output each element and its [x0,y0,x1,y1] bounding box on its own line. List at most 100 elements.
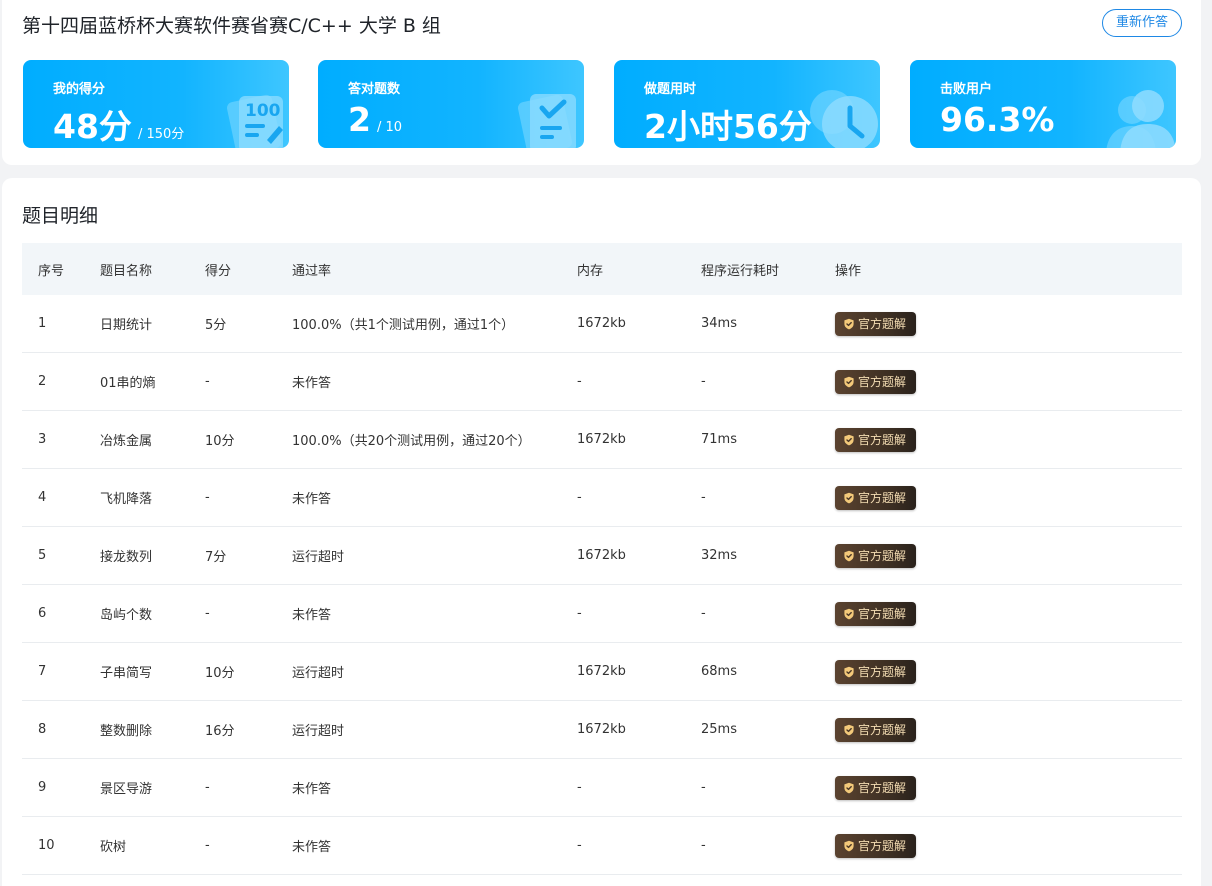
row-action: 官方题解 [835,817,917,874]
row-memory: - [577,374,582,389]
official-solution-button[interactable]: 官方题解 [835,659,917,684]
row-runtime: - [701,780,706,795]
row-action: 官方题解 [835,411,917,468]
col-no: 序号 [38,263,65,279]
row-pass-rate: 未作答 [292,376,332,391]
shield-icon [844,376,854,387]
checklist-icon [518,94,576,148]
row-runtime: 71ms [701,432,737,447]
row-action: 官方题解 [835,353,917,410]
official-solution-label: 官方题解 [858,433,907,447]
row-pass-rate: 运行超时 [292,724,345,739]
row-no: 1 [38,316,47,331]
row-runtime: 68ms [701,664,737,679]
row-no: 9 [38,780,47,795]
clock-icon [810,90,878,148]
table-row: 2 01串的熵 - 未作答 - - 官方题解 [22,353,1182,411]
row-action: 官方题解 [835,759,917,816]
row-score: - [205,780,210,795]
beat-label: 击败用户 [940,82,993,97]
official-solution-button[interactable]: 官方题解 [835,601,917,626]
shield-icon [844,608,854,619]
shield-icon [844,434,854,445]
row-score: 10分 [205,666,235,681]
row-pass-rate: 未作答 [292,608,332,623]
row-no: 8 [38,722,47,737]
correct-value: 2 [348,100,371,139]
official-solution-button[interactable]: 官方题解 [835,485,917,510]
official-solution-label: 官方题解 [858,781,907,795]
detail-panel: 题目明细 序号 题目名称 得分 通过率 内存 程序运行耗时 操作 1 日期统计 5分… [2,178,1201,886]
col-name: 题目名称 [100,263,153,279]
score-sheet-icon: 100 [227,94,283,148]
row-no: 6 [38,606,47,621]
row-pass-rate: 运行超时 [292,666,345,681]
row-no: 4 [38,490,47,505]
problem-name: 01串的熵 [100,376,156,391]
time-card: 做题用时 2小时56分 [614,60,880,148]
table-row: 4 飞机降落 - 未作答 - - 官方题解 [22,469,1182,527]
table-row: 1 日期统计 5分 100.0%（共1个测试用例，通过1个） 1672kb 34ms 官方题… [22,295,1182,353]
official-solution-button[interactable]: 官方题解 [835,543,917,568]
official-solution-label: 官方题解 [858,607,907,621]
col-pass-rate: 通过率 [292,263,332,279]
user-icon [1106,90,1176,148]
problem-name: 冶炼金属 [100,434,153,449]
row-pass-rate: 100.0%（共20个测试用例，通过20个） [292,434,531,449]
row-score: 5分 [205,318,227,333]
retry-button[interactable]: 重新作答 [1102,9,1182,37]
col-runtime: 程序运行耗时 [701,263,780,279]
row-pass-rate: 运行超时 [292,550,345,565]
official-solution-button[interactable]: 官方题解 [835,427,917,452]
row-action: 官方题解 [835,643,917,700]
row-runtime: 32ms [701,548,737,563]
table-row: 3 冶炼金属 10分 100.0%（共20个测试用例，通过20个） 1672kb 71ms… [22,411,1182,469]
row-runtime: - [701,838,706,853]
shield-icon [844,666,854,677]
beat-card: 击败用户 96.3% [910,60,1176,148]
score-value: 48分 [53,107,132,146]
section-title: 题目明细 [22,205,99,227]
svg-text:100: 100 [245,101,281,121]
row-score: - [205,838,210,853]
official-solution-button[interactable]: 官方题解 [835,717,917,742]
official-solution-label: 官方题解 [858,317,907,331]
row-score: - [205,606,210,621]
row-memory: 1672kb [577,664,626,679]
col-score: 得分 [205,263,232,279]
table-row: 5 接龙数列 7分 运行超时 1672kb 32ms 官方题解 [22,527,1182,585]
official-solution-button[interactable]: 官方题解 [835,833,917,858]
row-pass-rate: 未作答 [292,492,332,507]
official-solution-label: 官方题解 [858,665,907,679]
time-value: 2小时56分 [644,107,812,146]
row-memory: - [577,780,582,795]
row-runtime: 34ms [701,316,737,331]
row-memory: 1672kb [577,548,626,563]
official-solution-label: 官方题解 [858,549,907,563]
row-memory: - [577,838,582,853]
row-action: 官方题解 [835,701,917,758]
official-solution-button[interactable]: 官方题解 [835,369,917,394]
official-solution-label: 官方题解 [858,375,907,389]
table-row: 10 砍树 - 未作答 - - 官方题解 [22,817,1182,875]
row-no: 3 [38,432,47,447]
problem-name: 子串简写 [100,666,153,681]
row-pass-rate: 未作答 [292,782,332,797]
row-pass-rate: 未作答 [292,840,332,855]
official-solution-button[interactable]: 官方题解 [835,775,917,800]
row-memory: 1672kb [577,722,626,737]
row-action: 官方题解 [835,469,917,526]
problem-name: 岛屿个数 [100,608,153,623]
official-solution-button[interactable]: 官方题解 [835,311,917,336]
col-memory: 内存 [577,263,604,279]
time-label: 做题用时 [644,82,697,97]
row-pass-rate: 100.0%（共1个测试用例，通过1个） [292,318,515,333]
row-runtime: 25ms [701,722,737,737]
official-solution-label: 官方题解 [858,491,907,505]
score-total: / 150分 [137,127,185,142]
score-card: 我的得分 48分 / 150分 100 [23,60,289,148]
row-score: 16分 [205,724,235,739]
row-action: 官方题解 [835,295,917,352]
row-action: 官方题解 [835,527,917,584]
row-no: 5 [38,548,47,563]
